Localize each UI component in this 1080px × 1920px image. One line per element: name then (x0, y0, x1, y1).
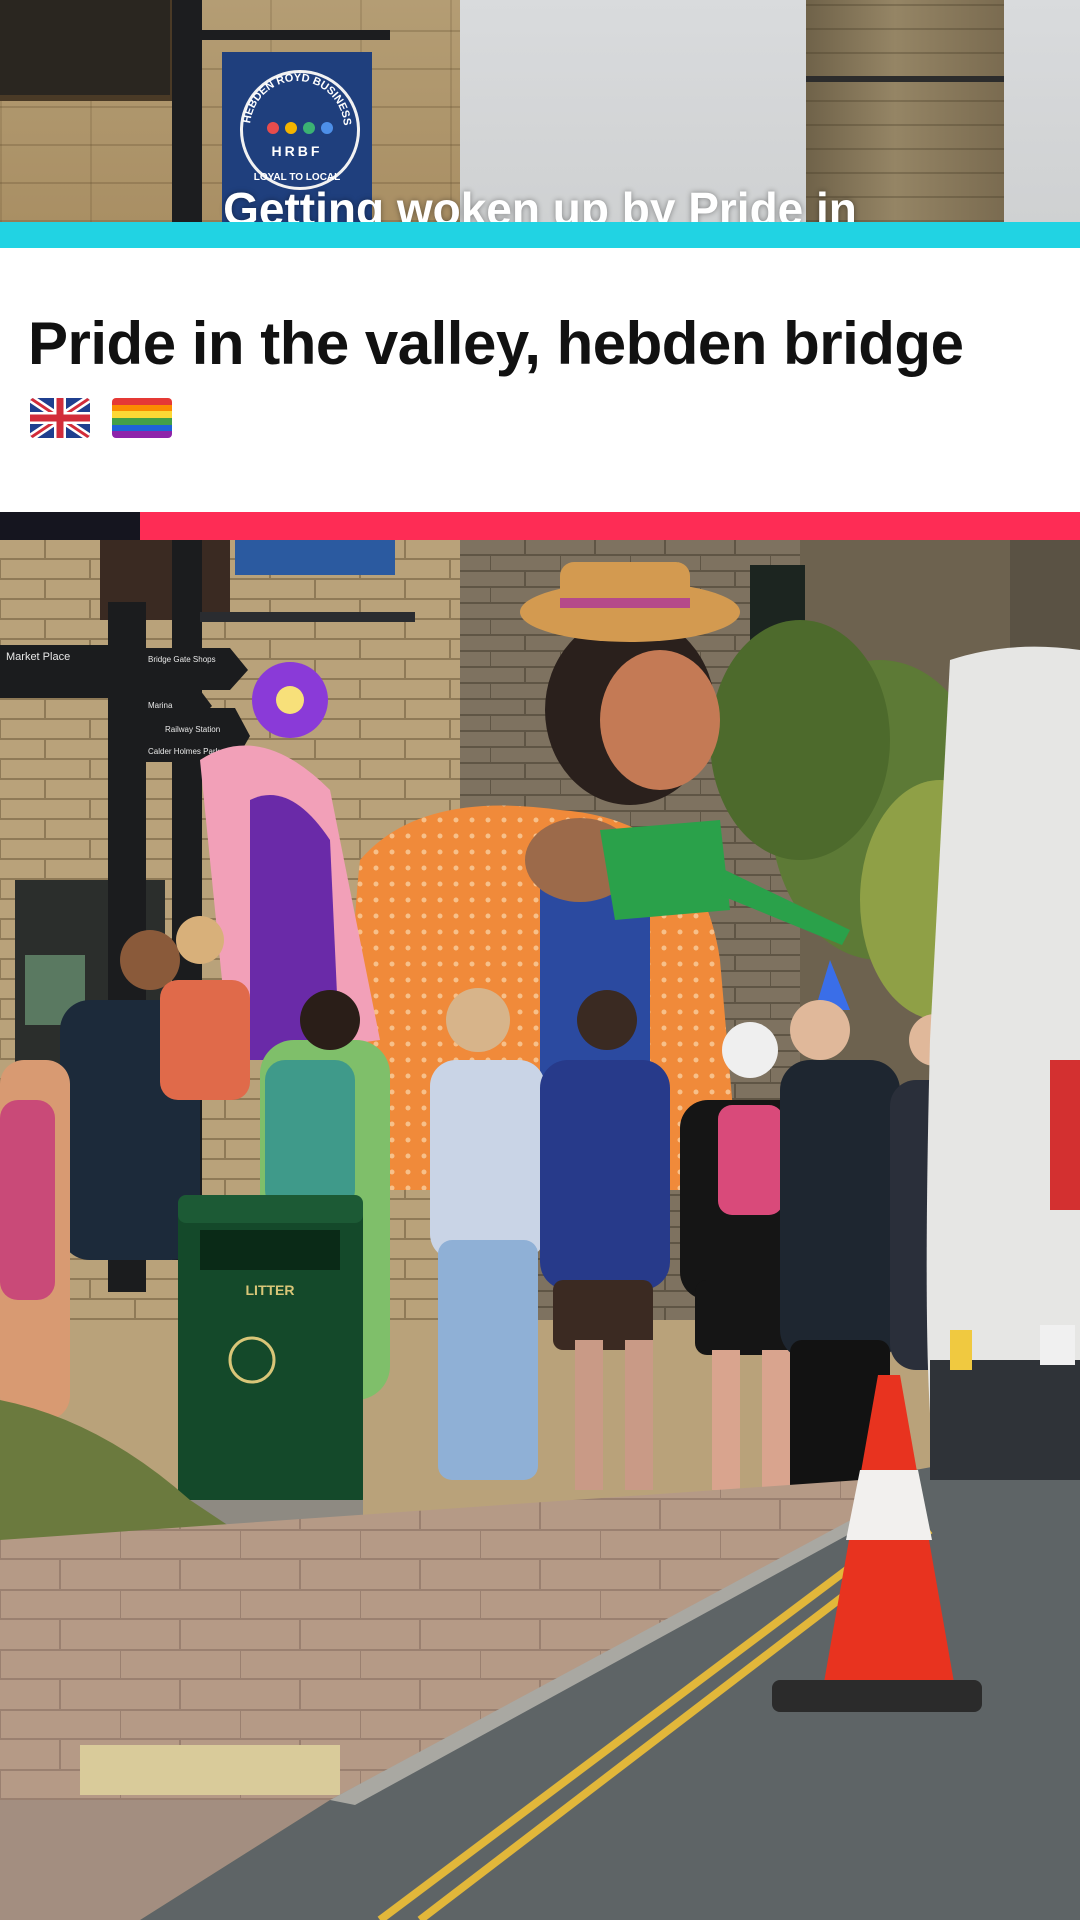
van-plate (950, 1330, 972, 1370)
watering-can (600, 820, 730, 920)
street-scene-photo: Market Place Bridge Gate Shops Marina Ra… (0, 540, 1080, 1920)
card-accent-top (0, 222, 1080, 248)
flower-center (276, 686, 304, 714)
tower-band (806, 76, 1004, 82)
crowd (0, 916, 970, 1500)
card-accent-bottom (0, 512, 1080, 540)
rainbow-flag-icon (112, 398, 172, 438)
sign-market-place-text: Market Place (6, 651, 70, 663)
litter-bin-lid (178, 1195, 363, 1223)
lamp-arm (200, 612, 415, 622)
card-accent-left (0, 512, 140, 540)
banner-letters: HRBF (272, 143, 323, 159)
van-bumper (930, 1360, 1080, 1480)
litter-bin-label: LITTER (246, 1282, 295, 1298)
street-scene: Market Place Bridge Gate Shops Marina Ra… (0, 540, 1080, 1920)
pole-arm (190, 30, 390, 40)
tree (710, 620, 890, 860)
card-title: Pride in the valley, hebden bridge (28, 310, 964, 377)
svg-text:HEBDEN ROYD BUSINESS FORUM: HEBDEN ROYD BUSINESS FORUM (222, 52, 353, 129)
traffic-cone-base (772, 1680, 982, 1712)
caption-card: Pride in the valley, hebden bridge (0, 248, 1080, 512)
traffic-cone-stripe (846, 1470, 932, 1540)
sign-bridge-gate-text: Bridge Gate Shops (148, 655, 216, 664)
video-frame: HEBDEN ROYD BUSINESS FORUM HRBF LOYAL TO… (0, 0, 1080, 1920)
paving-slab (80, 1745, 340, 1795)
litter-bin-slot (200, 1230, 340, 1270)
sign-railway-text: Railway Station (165, 725, 220, 734)
van-plate-rear (1040, 1325, 1075, 1365)
van-taillight (1050, 1060, 1080, 1210)
banner-text-top: HEBDEN ROYD BUSINESS FORUM (222, 52, 353, 129)
puppet-hat-band (560, 598, 690, 608)
blue-banner-bottom (235, 540, 395, 575)
uk-flag-icon (30, 398, 90, 438)
video-caption-partial: Getting woken up by Pride in (223, 186, 857, 222)
top-photo-strip: HEBDEN ROYD BUSINESS FORUM HRBF LOYAL TO… (0, 0, 1080, 222)
banner-text-bottom: LOYAL TO LOCAL (254, 172, 341, 183)
sign-marina-text: Marina (148, 701, 173, 710)
building-window (0, 0, 176, 101)
puppet-face (600, 650, 720, 790)
